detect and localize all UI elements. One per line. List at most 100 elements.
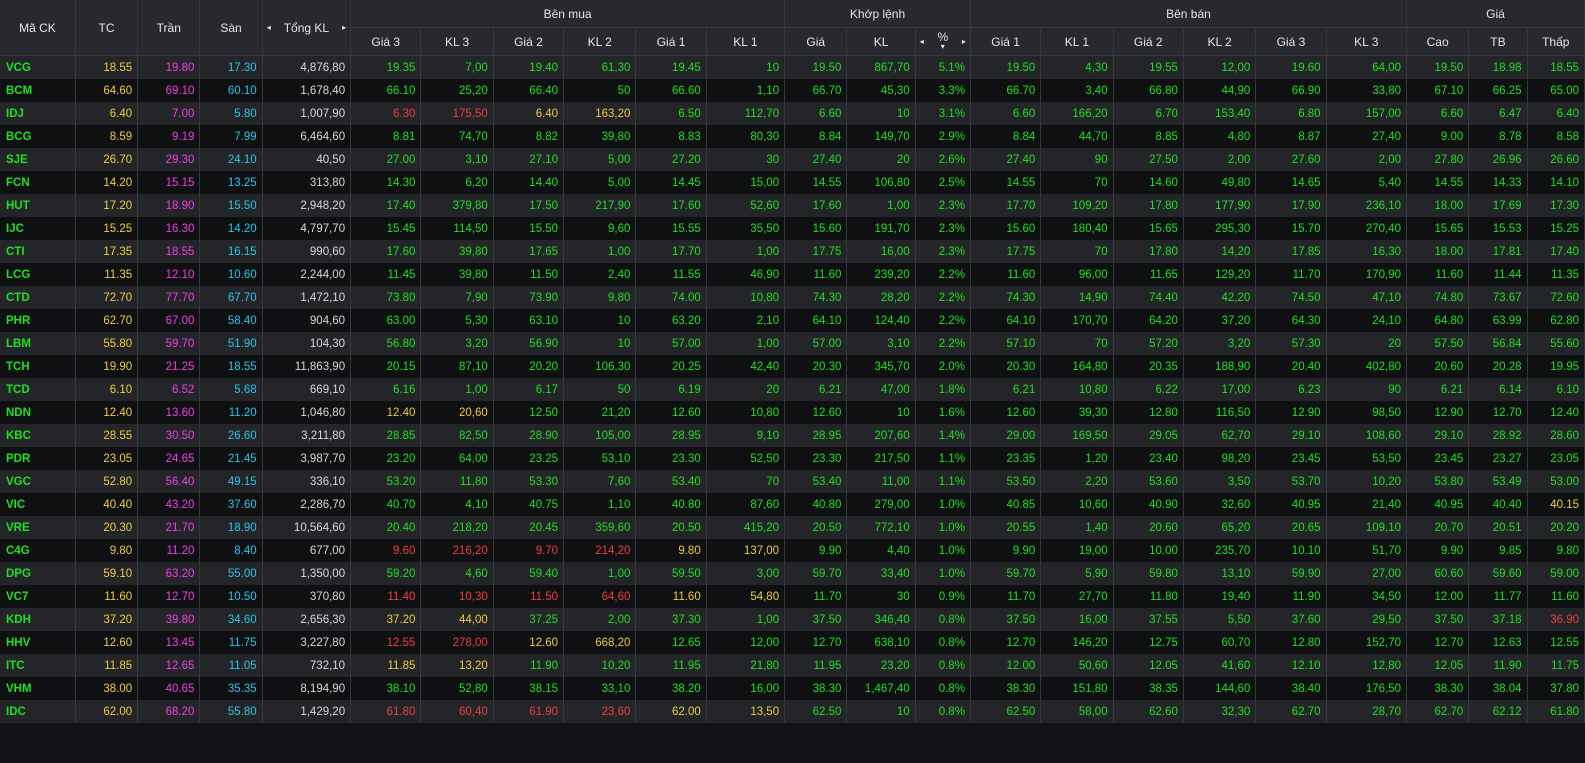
cell-code[interactable]: LCG bbox=[0, 263, 76, 286]
arrow-right-icon[interactable]: ▸ bbox=[342, 23, 346, 32]
cell-code[interactable]: IDJ bbox=[0, 102, 76, 125]
table-row[interactable]: HUT 17.20 18.90 15.50 2,948,20 17.40 379,80 17.… bbox=[0, 194, 1585, 217]
table-row[interactable]: CTD 72.70 77.70 67.70 1,472,10 73.80 7,90 73.90… bbox=[0, 286, 1585, 309]
cell-code[interactable]: LBM bbox=[0, 332, 76, 355]
cell-code[interactable]: BCM bbox=[0, 79, 76, 102]
cell-buy-vol3: 39,80 bbox=[420, 263, 494, 286]
cell-code[interactable]: KBC bbox=[0, 424, 76, 447]
header-sell-price2[interactable]: Giá 2 bbox=[1113, 27, 1184, 56]
cell-code[interactable]: CTD bbox=[0, 286, 76, 309]
cell-code[interactable]: NDN bbox=[0, 401, 76, 424]
header-sell-vol1[interactable]: KL 1 bbox=[1040, 27, 1114, 56]
header-buy-price2[interactable]: Giá 2 bbox=[493, 27, 565, 56]
cell-code[interactable]: PDR bbox=[0, 447, 76, 470]
header-buy-vol1[interactable]: KL 1 bbox=[706, 27, 786, 56]
cell-total-vol: 8,194,90 bbox=[262, 677, 352, 700]
table-row[interactable]: SJE 26.70 29.30 24.10 40,50 27.00 3,10 27.10 5,0… bbox=[0, 148, 1585, 171]
header-buy-price1[interactable]: Giá 1 bbox=[635, 27, 707, 56]
table-row[interactable]: IJC 15.25 16.30 14.20 4,797,70 15.45 114,50 15.… bbox=[0, 217, 1585, 240]
table-row[interactable]: LCG 11.35 12.10 10.60 2,244,00 11.45 39,80 11.5… bbox=[0, 263, 1585, 286]
cell-floor: 55.80 bbox=[199, 700, 263, 723]
table-row[interactable]: NDN 12.40 13.60 11.20 1,046,80 12.40 20,60 12.5… bbox=[0, 401, 1585, 424]
table-row[interactable]: C4G 9.80 11.20 8.40 677,00 9.60 216,20 9.70 214,… bbox=[0, 539, 1585, 562]
header-code[interactable]: Mã CK bbox=[0, 0, 76, 56]
header-match-pct[interactable]: ◂ % ▾ ▸ bbox=[915, 27, 971, 56]
cell-buy-vol1: 21,80 bbox=[706, 654, 786, 677]
header-sell-vol3[interactable]: KL 3 bbox=[1326, 27, 1408, 56]
cell-buy-vol1: 1,00 bbox=[706, 608, 786, 631]
cell-code[interactable]: IDC bbox=[0, 700, 76, 723]
cell-high: 19.50 bbox=[1406, 55, 1470, 79]
table-row[interactable]: VIC 40.40 43.20 37.60 2,286,70 40.70 4,10 40.75… bbox=[0, 493, 1585, 516]
cell-total-vol: 2,948,20 bbox=[262, 194, 352, 217]
header-match-vol[interactable]: KL bbox=[846, 27, 916, 56]
header-buy-vol3[interactable]: KL 3 bbox=[420, 27, 494, 56]
table-row[interactable]: PDR 23.05 24.65 21.45 3,987,70 23.20 64,00 23.2… bbox=[0, 447, 1585, 470]
table-row[interactable]: DPG 59.10 63.20 55.00 1,350,00 59.20 4,60 59.40… bbox=[0, 562, 1585, 585]
table-row[interactable]: ITC 11.85 12.65 11.05 732,10 11.85 13,20 11.90 1… bbox=[0, 654, 1585, 677]
arrow-left-icon[interactable]: ◂ bbox=[267, 23, 271, 32]
cell-code[interactable]: SJE bbox=[0, 148, 76, 171]
header-sell-price1[interactable]: Giá 1 bbox=[970, 27, 1042, 56]
cell-low: 61.80 bbox=[1527, 700, 1585, 723]
header-match-price[interactable]: Giá bbox=[784, 27, 848, 56]
cell-avg: 26.96 bbox=[1468, 148, 1528, 171]
cell-code[interactable]: IJC bbox=[0, 217, 76, 240]
table-row[interactable]: HHV 12.60 13.45 11.75 3,227,80 12.55 278,00 12.… bbox=[0, 631, 1585, 654]
cell-code[interactable]: VHM bbox=[0, 677, 76, 700]
arrow-left-icon[interactable]: ◂ bbox=[920, 37, 924, 46]
table-row[interactable]: LBM 55.80 59.70 51.90 104,30 56.80 3,20 56.90 10… bbox=[0, 332, 1585, 355]
cell-code[interactable]: CTI bbox=[0, 240, 76, 263]
cell-code[interactable]: KDH bbox=[0, 608, 76, 631]
cell-code[interactable]: VC7 bbox=[0, 585, 76, 608]
table-row[interactable]: IDC 62.00 68.20 55.80 1,429,20 61.80 60,40 61.9… bbox=[0, 700, 1585, 723]
cell-sell-price1: 12.70 bbox=[970, 631, 1042, 654]
table-row[interactable]: CTI 17.35 18.55 16.15 990,60 17.60 39,80 17.65 1… bbox=[0, 240, 1585, 263]
cell-code[interactable]: VRE bbox=[0, 516, 76, 539]
arrow-right-icon[interactable]: ▸ bbox=[962, 37, 966, 46]
cell-low: 6.10 bbox=[1527, 378, 1585, 401]
header-ref[interactable]: TC bbox=[75, 0, 139, 56]
cell-code[interactable]: FCN bbox=[0, 171, 76, 194]
cell-code[interactable]: PHR bbox=[0, 309, 76, 332]
table-row[interactable]: FCN 14.20 15.15 13.25 313,80 14.30 6,20 14.40 5,… bbox=[0, 171, 1585, 194]
cell-code[interactable]: DPG bbox=[0, 562, 76, 585]
cell-code[interactable]: HHV bbox=[0, 631, 76, 654]
table-row[interactable]: VGC 52.80 56.40 49.15 336,10 53.20 11,80 53.30 7… bbox=[0, 470, 1585, 493]
cell-total-vol: 732,10 bbox=[262, 654, 352, 677]
header-sell-price3[interactable]: Giá 3 bbox=[1255, 27, 1327, 56]
header-buy-vol2[interactable]: KL 2 bbox=[563, 27, 637, 56]
table-row[interactable]: VC7 11.60 12.70 10.50 370,80 11.40 10,30 11.50 6… bbox=[0, 585, 1585, 608]
cell-code[interactable]: VGC bbox=[0, 470, 76, 493]
table-row[interactable]: IDJ 6.40 7.00 5.80 1,007,90 6.30 175,50 6.40 163… bbox=[0, 102, 1585, 125]
table-row[interactable]: TCD 6.10 6.52 5.68 669,10 6.16 1,00 6.17 50 6.19 2… bbox=[0, 378, 1585, 401]
table-row[interactable]: KDH 37.20 39.80 34.60 2,656,30 37.20 44,00 37.2… bbox=[0, 608, 1585, 631]
cell-code[interactable]: VIC bbox=[0, 493, 76, 516]
cell-code[interactable]: TCD bbox=[0, 378, 76, 401]
cell-sell-vol1: 96,00 bbox=[1040, 263, 1114, 286]
table-row[interactable]: BCG 8.59 9.19 7.99 6,464,60 8.81 74,70 8.82 39,8… bbox=[0, 125, 1585, 148]
header-buy-price3[interactable]: Giá 3 bbox=[350, 27, 422, 56]
header-total-vol[interactable]: ◂ Tổng KL ▸ bbox=[262, 0, 352, 56]
header-avg[interactable]: TB bbox=[1468, 27, 1528, 56]
table-row[interactable]: TCH 19.90 21.25 18.55 11,863,90 20.15 87,10 20.… bbox=[0, 355, 1585, 378]
cell-code[interactable]: HUT bbox=[0, 194, 76, 217]
table-row[interactable]: KBC 28.55 30.50 26.60 3,211,80 28.85 82,50 28.9… bbox=[0, 424, 1585, 447]
header-sell-vol2[interactable]: KL 2 bbox=[1183, 27, 1257, 56]
cell-match-price: 28.95 bbox=[784, 424, 848, 447]
cell-code[interactable]: ITC bbox=[0, 654, 76, 677]
header-ceil[interactable]: Trần bbox=[137, 0, 201, 56]
header-floor[interactable]: Sàn bbox=[199, 0, 263, 56]
table-row[interactable]: VHM 38.00 40.65 35.35 8,194,90 38.10 52,80 38.1… bbox=[0, 677, 1585, 700]
cell-code[interactable]: VCG bbox=[0, 55, 76, 79]
cell-code[interactable]: BCG bbox=[0, 125, 76, 148]
table-row[interactable]: BCM 64.60 69.10 60.10 1,678,40 66.10 25,20 66.4… bbox=[0, 79, 1585, 102]
header-low[interactable]: Thấp bbox=[1527, 27, 1585, 56]
header-high[interactable]: Cao bbox=[1406, 27, 1470, 56]
cell-code[interactable]: C4G bbox=[0, 539, 76, 562]
cell-ref: 59.10 bbox=[75, 562, 139, 585]
cell-code[interactable]: TCH bbox=[0, 355, 76, 378]
table-row[interactable]: PHR 62.70 67.00 58.40 904,60 63.00 5,30 63.10 10… bbox=[0, 309, 1585, 332]
table-row[interactable]: VRE 20.30 21.70 18.90 10,564,60 20.40 218,20 20… bbox=[0, 516, 1585, 539]
table-row[interactable]: VCG 18.55 19.80 17.30 4,876,80 19.35 7,00 19.40… bbox=[0, 55, 1585, 79]
